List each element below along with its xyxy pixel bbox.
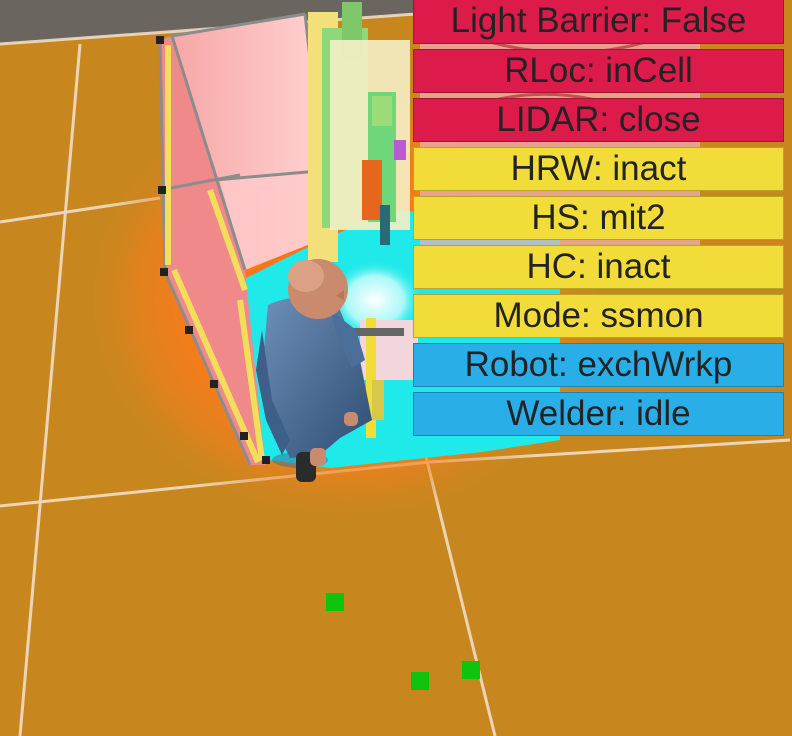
status-welder: Welder: idle xyxy=(413,392,784,436)
status-robot: Robot: exchWrkp xyxy=(413,343,784,387)
status-lidar: LIDAR: close xyxy=(413,98,784,142)
status-label: RLoc: inCell xyxy=(504,51,693,90)
floor-marker xyxy=(462,661,480,679)
status-label: HRW: inact xyxy=(510,149,687,188)
status-light-barrier: Light Barrier: False xyxy=(413,0,784,44)
floor-marker xyxy=(326,593,344,611)
floor-marker xyxy=(411,672,429,690)
status-rloc: RLoc: inCell xyxy=(413,49,784,93)
status-label: LIDAR: close xyxy=(496,100,701,139)
status-label: HC: inact xyxy=(526,247,671,286)
status-hc: HC: inact xyxy=(413,245,784,289)
status-hs: HS: mit2 xyxy=(413,196,784,240)
simulation-viewport[interactable]: Light Barrier: False RLoc: inCell LIDAR:… xyxy=(0,0,792,736)
status-label: Welder: idle xyxy=(506,394,691,433)
status-panel: Light Barrier: False RLoc: inCell LIDAR:… xyxy=(413,0,784,441)
status-hrw: HRW: inact xyxy=(413,147,784,191)
status-label: Mode: ssmon xyxy=(493,296,704,335)
status-mode: Mode: ssmon xyxy=(413,294,784,338)
status-label: Robot: exchWrkp xyxy=(464,345,733,384)
status-label: Light Barrier: False xyxy=(450,1,747,40)
status-label: HS: mit2 xyxy=(531,198,666,237)
equipment-column xyxy=(308,2,410,262)
